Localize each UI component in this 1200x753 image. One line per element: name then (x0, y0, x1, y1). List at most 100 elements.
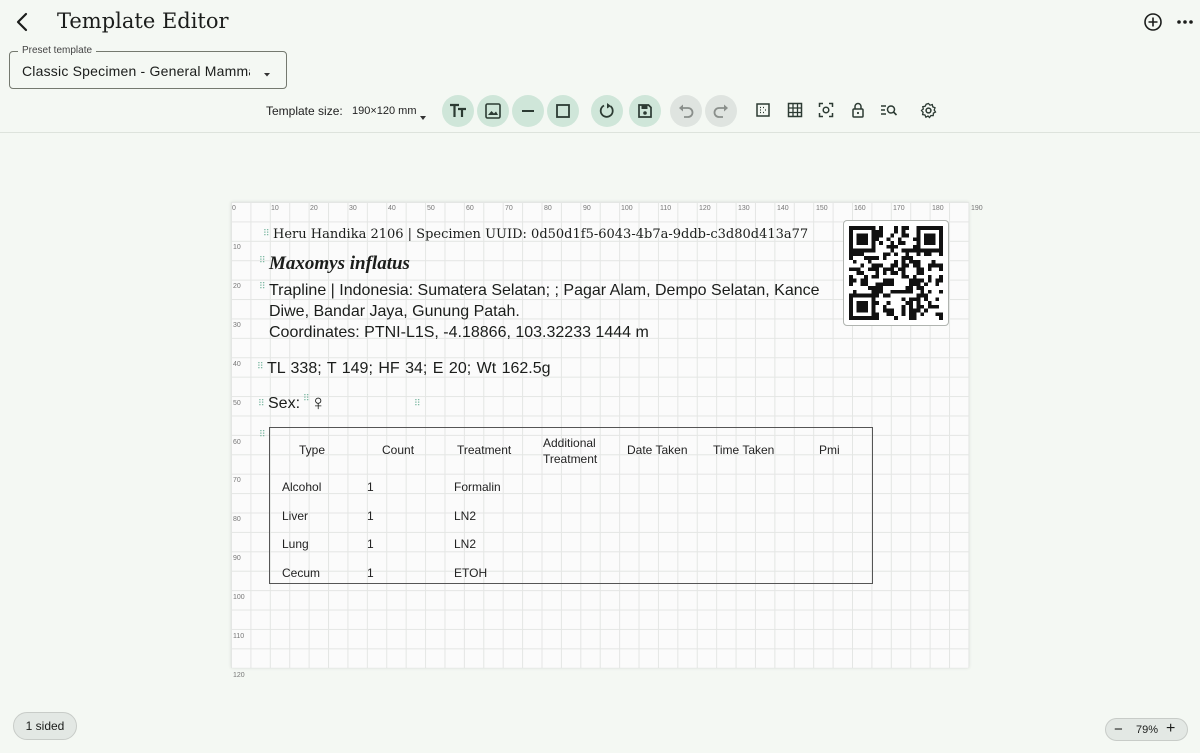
table-cell: Lung (282, 537, 309, 551)
undo-icon[interactable] (670, 95, 702, 127)
page-title: Template Editor (57, 9, 229, 33)
table-header-cell: Additional Treatment (543, 436, 598, 466)
label-header-text[interactable]: Heru Handika 2106 | Specimen UUID: 0d50d… (273, 227, 808, 242)
image-icon[interactable] (477, 95, 509, 127)
save-icon[interactable] (629, 95, 661, 127)
template-size-select[interactable]: 190×120 mm (352, 105, 417, 117)
text-icon[interactable] (442, 95, 474, 127)
preset-template-label: Preset template (18, 45, 97, 56)
drag-handle-icon[interactable]: ⠿ (263, 229, 270, 238)
ruler-y-tick: 50 (233, 400, 241, 407)
ruler-x-tick: 70 (505, 205, 513, 212)
preset-template-value: Classic Specimen - General Mammal (22, 63, 250, 79)
ruler-x-tick: 190 (971, 205, 983, 212)
female-symbol-icon[interactable]: ♀ (310, 390, 327, 416)
ruler-x-tick: 180 (932, 205, 944, 212)
zoom-control: − 79% + (1105, 718, 1188, 741)
zoom-level: 79% (1136, 724, 1159, 736)
table-cell: 1 (367, 509, 374, 523)
grid-icon[interactable] (786, 101, 804, 119)
table-header-cell: Count (382, 443, 415, 457)
more-options-icon[interactable] (1175, 12, 1195, 32)
table-cell: 1 (367, 537, 374, 551)
ruler-x-tick: 30 (349, 205, 357, 212)
drag-handle-icon[interactable]: ⠿ (259, 256, 266, 265)
specimen-table[interactable]: Type Count Treatment Additional Treatmen… (269, 427, 873, 584)
table-cell: Cecum (282, 566, 321, 580)
redo-icon[interactable] (705, 95, 737, 127)
lock-icon[interactable] (849, 101, 867, 119)
ruler-y-tick: 20 (233, 283, 241, 290)
ruler-y-tick: 100 (233, 594, 245, 601)
table-header-cell: Date Taken (627, 443, 688, 457)
qr-code[interactable] (843, 220, 949, 326)
ruler-x-tick: 60 (466, 205, 474, 212)
table-header-cell: Time Taken (713, 443, 775, 457)
measurements-text[interactable]: TL 338; T 149; HF 34; E 20; Wt 162.5g (267, 360, 551, 378)
ruler-x-tick: 100 (621, 205, 633, 212)
ruler-x-tick: 130 (738, 205, 750, 212)
ruler-y-tick: 90 (233, 555, 241, 562)
ruler-x-tick: 140 (777, 205, 789, 212)
sided-toggle-button[interactable]: 1 sided (13, 712, 77, 740)
species-name-text[interactable]: Maxomys inflatus (269, 253, 410, 275)
ruler-x-tick: 120 (699, 205, 711, 212)
locality-text[interactable]: Trapline | Indonesia: Sumatera Selatan; … (269, 280, 829, 343)
rotate-icon[interactable] (591, 95, 623, 127)
ruler-x-tick: 10 (271, 205, 279, 212)
table-header-cell: Pmi (819, 443, 840, 457)
margin-icon[interactable] (754, 101, 772, 119)
zoom-in-button[interactable]: + (1166, 721, 1175, 737)
rectangle-icon[interactable] (547, 95, 579, 127)
ruler-y-tick: 80 (233, 516, 241, 523)
ruler-x-tick: 0 (232, 205, 236, 212)
zoom-out-button[interactable]: − (1114, 722, 1123, 738)
preset-template-select[interactable]: Preset template Classic Specimen - Gener… (9, 45, 287, 89)
ruler-y-tick: 70 (233, 477, 241, 484)
drag-handle-icon[interactable]: ⠿ (303, 394, 310, 403)
ruler-x-tick: 50 (427, 205, 435, 212)
table-cell: ETOH (454, 566, 488, 580)
back-arrow-icon[interactable] (12, 10, 34, 34)
ruler-y-tick: 40 (233, 361, 241, 368)
app-bar: Template Editor (0, 0, 1200, 44)
table-header-cell: Type (299, 443, 326, 457)
table-header-cell: Treatment (457, 443, 512, 457)
ruler-x-tick: 90 (583, 205, 591, 212)
ruler-x-tick: 80 (544, 205, 552, 212)
table-cell: LN2 (454, 537, 477, 551)
focus-icon[interactable] (817, 101, 835, 119)
ruler-y-tick: 60 (233, 439, 241, 446)
add-circle-icon[interactable] (1143, 12, 1163, 32)
ruler-x-tick: 40 (388, 205, 396, 212)
caret-down-icon[interactable] (419, 108, 427, 120)
drag-handle-icon[interactable]: ⠿ (259, 282, 266, 291)
table-cell: Formalin (454, 480, 501, 494)
zoom-search-icon[interactable] (880, 101, 898, 119)
table-cell: Alcohol (282, 480, 322, 494)
table-cell: 1 (367, 566, 374, 580)
table-cell: LN2 (454, 509, 477, 523)
drag-handle-icon[interactable]: ⠿ (414, 399, 421, 408)
line-icon[interactable] (512, 95, 544, 127)
ruler-y-tick: 120 (233, 672, 245, 679)
ruler-x-tick: 150 (816, 205, 828, 212)
settings-icon[interactable] (919, 101, 937, 119)
caret-down-icon (262, 66, 272, 77)
drag-handle-icon[interactable]: ⠿ (257, 362, 264, 371)
toolbar-divider (0, 132, 1200, 133)
toolbar: Template size: 190×120 mm (0, 92, 1200, 132)
table-cell: Liver (282, 509, 309, 523)
template-size-label: Template size: (266, 104, 343, 118)
ruler-y-tick: 10 (233, 244, 241, 251)
ruler-y-tick: 110 (233, 633, 245, 640)
drag-handle-icon[interactable]: ⠿ (258, 399, 265, 408)
ruler-x-tick: 160 (854, 205, 866, 212)
qr-code-image (849, 226, 943, 320)
sex-label[interactable]: Sex: (268, 395, 300, 413)
ruler-y-tick: 30 (233, 322, 241, 329)
ruler-x-tick: 170 (893, 205, 905, 212)
coordinates-line: Coordinates: PTNI-L1S, -4.18866, 103.322… (269, 324, 649, 341)
drag-handle-icon[interactable]: ⠿ (259, 430, 266, 439)
ruler-x-tick: 20 (310, 205, 318, 212)
